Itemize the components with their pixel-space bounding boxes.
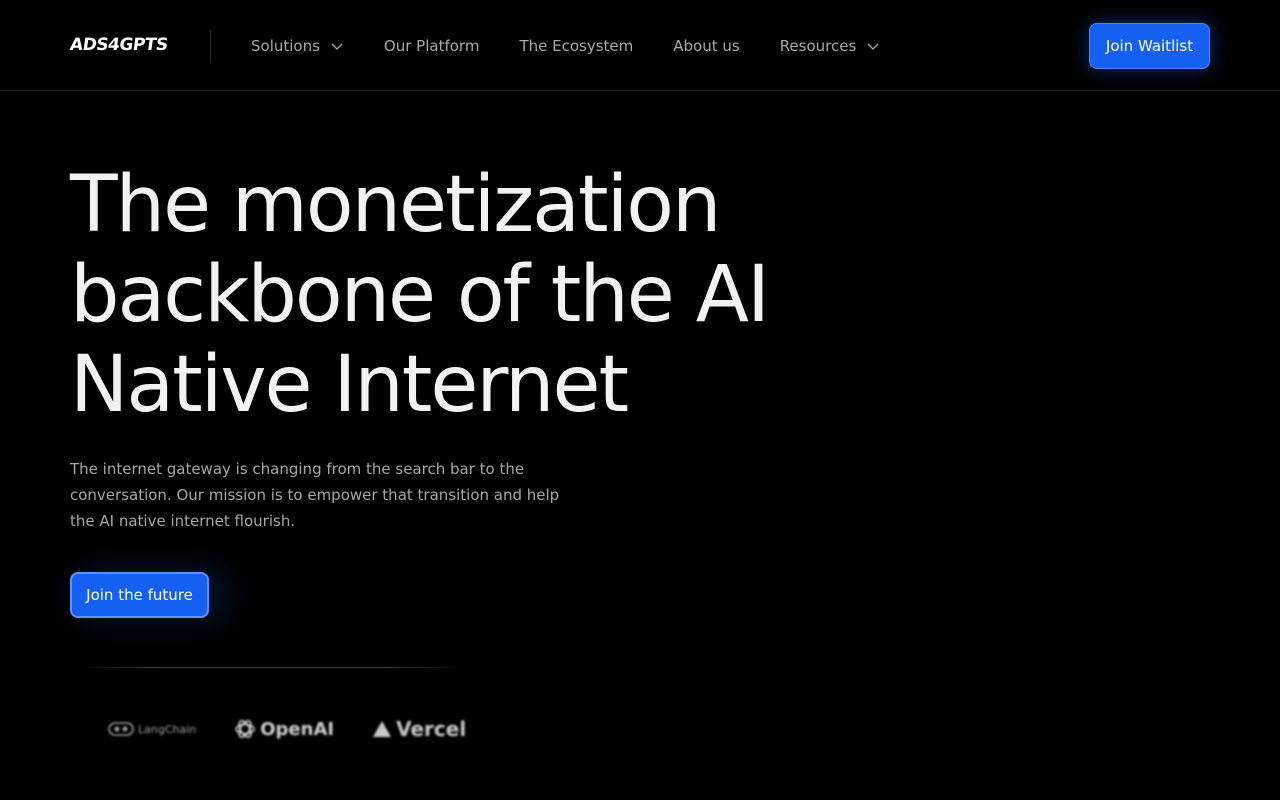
nav-item-solutions[interactable]: Solutions <box>251 37 344 55</box>
top-navigation-bar: ADS4GPTS Solutions Our Platform The Ecos… <box>0 0 1280 91</box>
nav-item-label: Solutions <box>251 37 320 55</box>
nav-item-the-ecosystem[interactable]: The Ecosystem <box>519 37 633 55</box>
join-the-future-button[interactable]: Join the future <box>70 572 209 618</box>
nav-item-label: The Ecosystem <box>519 37 634 55</box>
partner-logo-vercel: Vercel <box>372 717 466 741</box>
hero-title-line: The monetization <box>70 160 721 250</box>
hero-title-line: backbone of the AI <box>70 250 770 340</box>
langchain-icon <box>108 722 134 736</box>
nav-item-label: Resources <box>779 37 857 55</box>
vercel-icon <box>373 721 392 737</box>
partner-logos: LangChain OpenAI Vercel <box>108 712 504 746</box>
chevron-down-icon <box>867 43 879 50</box>
partner-logo-openai: OpenAI <box>234 718 334 740</box>
partner-name: LangChain <box>138 722 197 736</box>
chevron-down-icon <box>331 43 343 50</box>
brand-logo-text: ADS4GPTS <box>68 35 169 55</box>
nav-item-about-us[interactable]: About us <box>673 37 739 55</box>
nav-item-label: Our Platform <box>383 37 480 55</box>
partner-name: Vercel <box>396 717 467 741</box>
partner-name: OpenAI <box>260 718 335 740</box>
hero-title-line: Native Internet <box>70 340 629 430</box>
join-waitlist-button[interactable]: Join Waitlist <box>1089 23 1210 69</box>
nav-divider <box>210 30 211 63</box>
brand-logo[interactable]: ADS4GPTS <box>68 33 169 57</box>
nav-item-our-platform[interactable]: Our Platform <box>384 37 480 55</box>
hero-title: The monetization backbone of the AI Nati… <box>70 160 830 430</box>
main-nav: Solutions Our Platform The Ecosystem Abo… <box>251 34 920 58</box>
partners-divider <box>80 667 460 668</box>
partner-logo-langchain: LangChain <box>108 722 196 736</box>
nav-item-resources[interactable]: Resources <box>780 37 881 55</box>
openai-icon <box>235 720 256 738</box>
nav-item-label: About us <box>673 37 740 55</box>
hero-subtitle: The internet gateway is changing from th… <box>70 460 560 530</box>
